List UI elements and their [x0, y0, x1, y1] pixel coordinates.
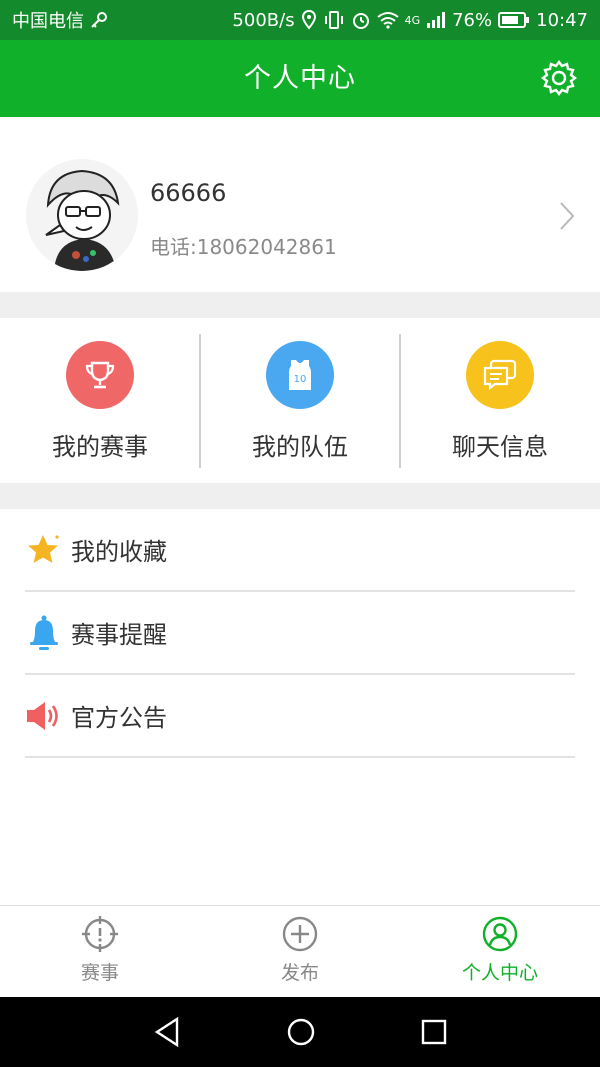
header-bar: 个人中心 [0, 40, 600, 117]
back-icon[interactable] [153, 1017, 181, 1047]
system-nav-bar [0, 997, 600, 1067]
list-item-announcements[interactable]: 官方公告 [25, 675, 575, 758]
user-circle-icon [482, 916, 518, 952]
avatar[interactable] [26, 159, 138, 271]
carrier-label: 中国电信 [12, 11, 84, 32]
username: 66666 [150, 179, 227, 207]
network-speed: 500B/s [232, 9, 295, 31]
bottom-tab-bar: 赛事 发布 个人中心 [0, 905, 600, 997]
menu-list: 我的收藏 赛事提醒 官方公告 [0, 509, 600, 905]
list-item-label: 官方公告 [71, 704, 167, 732]
chat-icon [466, 341, 534, 409]
chevron-right-icon[interactable] [558, 201, 576, 231]
target-icon [82, 916, 118, 952]
list-item-label: 赛事提醒 [71, 621, 167, 649]
tab-label: 个人中心 [461, 962, 538, 984]
battery-percent: 76% [452, 9, 493, 31]
trophy-icon [66, 341, 134, 409]
page-title: 个人中心 [244, 63, 356, 94]
bell-icon [25, 614, 63, 652]
wifi-icon [376, 12, 399, 29]
location-icon [301, 10, 316, 30]
section-separator [0, 483, 600, 509]
profile-card[interactable]: 66666 电话:18062042861 [0, 117, 600, 292]
tab-label: 赛事 [80, 962, 119, 984]
tab-profile[interactable]: 个人中心 [400, 906, 600, 997]
gear-icon[interactable] [540, 59, 578, 97]
tab-publish[interactable]: 发布 [200, 906, 400, 997]
tab-events[interactable]: 赛事 [0, 906, 200, 997]
my-team-button[interactable]: 10 我的队伍 [200, 318, 400, 483]
quick-actions: 我的赛事 10 我的队伍 聊天信息 [0, 318, 600, 483]
my-events-label: 我的赛事 [52, 433, 148, 461]
chat-messages-button[interactable]: 聊天信息 [400, 318, 600, 483]
phone-number: 电话:18062042861 [150, 235, 337, 259]
chat-messages-label: 聊天信息 [452, 433, 548, 461]
signal-icon [427, 12, 446, 28]
star-icon [25, 531, 63, 569]
avatar-illustration [45, 169, 120, 271]
my-events-button[interactable]: 我的赛事 [0, 318, 200, 483]
my-team-label: 我的队伍 [252, 433, 348, 461]
key-icon [91, 12, 107, 28]
section-separator [0, 292, 600, 318]
jersey-number: 10 [294, 374, 307, 385]
list-item-event-reminder[interactable]: 赛事提醒 [25, 592, 575, 675]
network-type: 4G [404, 13, 421, 27]
alarm-icon [352, 13, 369, 29]
status-bar: 中国电信 500B/s 4G 76% 10:47 [0, 0, 600, 40]
recents-icon[interactable] [421, 1019, 447, 1045]
jersey-icon: 10 [266, 341, 334, 409]
list-item-favorites[interactable]: 我的收藏 [25, 509, 575, 592]
clock: 10:47 [536, 9, 588, 31]
battery-icon [498, 12, 530, 28]
plus-circle-icon [282, 916, 318, 952]
speaker-icon [25, 697, 63, 735]
tab-label: 发布 [280, 962, 319, 984]
vibrate-icon [324, 11, 343, 29]
home-icon[interactable] [286, 1017, 316, 1047]
list-item-label: 我的收藏 [71, 538, 167, 566]
